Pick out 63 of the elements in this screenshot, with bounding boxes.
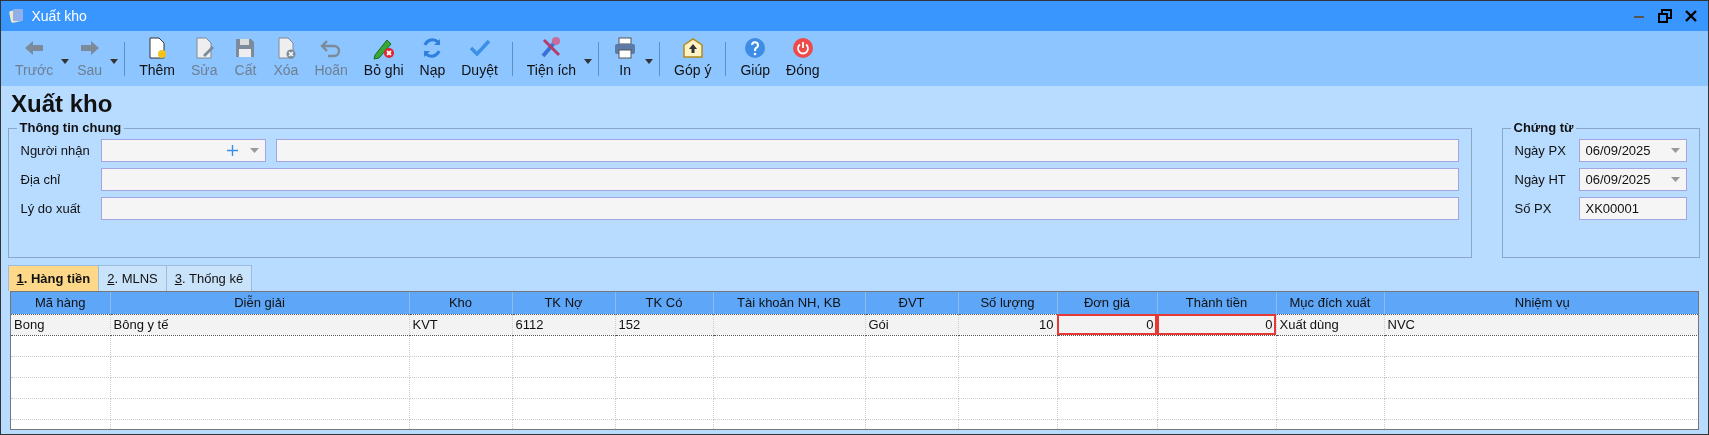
column-header[interactable]: Số lượng: [958, 292, 1057, 314]
column-header[interactable]: ĐVT: [865, 292, 958, 314]
group-title: Thông tin chung: [18, 121, 123, 136]
toolbar-button[interactable]: Tiện ích: [518, 33, 585, 84]
column-header[interactable]: Nhiệm vụ: [1384, 292, 1698, 314]
toolbar-button[interactable]: In: [605, 33, 646, 84]
date-field[interactable]: 06/09/2025: [1578, 139, 1687, 163]
close-icon[interactable]: [1684, 10, 1697, 22]
field-label: Số PX: [1514, 200, 1553, 218]
restore-icon[interactable]: [1657, 9, 1672, 23]
lookup-combo[interactable]: [100, 139, 266, 163]
toolbar-button[interactable]: Giúp: [732, 33, 779, 84]
input-field[interactable]: XK00001: [1578, 197, 1687, 221]
column-header[interactable]: Mã hàng: [11, 292, 110, 314]
group-title: Chứng từ: [1512, 121, 1575, 136]
toolbar-button[interactable]: Nạp: [411, 33, 454, 84]
page-heading: Xuất kho: [10, 89, 114, 118]
table-cell: 152: [615, 314, 713, 335]
app-icon: [9, 8, 25, 24]
table-cell: 6112: [512, 314, 615, 335]
tab[interactable]: 3. Thống kê: [165, 264, 253, 291]
input-field[interactable]: [275, 139, 1459, 163]
input-field[interactable]: [100, 168, 1459, 192]
power-icon: [790, 36, 815, 60]
column-header[interactable]: Thành tiền: [1157, 292, 1276, 314]
table-cell: 0: [1157, 314, 1276, 335]
dropdown-arrow-icon[interactable]: [1670, 148, 1680, 154]
table-cell: Gói: [865, 314, 958, 335]
printer-icon: [613, 36, 638, 60]
window-title: Xuất kho: [31, 6, 87, 26]
toolbar-button[interactable]: Góp ý: [666, 33, 720, 84]
table-cell: NVC: [1384, 314, 1698, 335]
field-label: Người nhận: [20, 142, 91, 160]
feedback-icon: [680, 36, 705, 60]
help-icon: [743, 36, 768, 60]
toolbar-button[interactable]: Đóng: [778, 33, 828, 84]
table-cell: Bông y tế: [110, 314, 409, 335]
table-cell: 0: [1057, 314, 1157, 335]
table-cell: Xuất dùng: [1276, 314, 1384, 335]
input-field[interactable]: [100, 197, 1459, 221]
field-label: Địa chỉ: [20, 171, 62, 189]
table-cell: 10: [958, 314, 1057, 335]
dropdown-arrow-icon[interactable]: [1670, 177, 1680, 183]
tab[interactable]: 2. MLNS: [98, 264, 167, 291]
add-icon[interactable]: [226, 145, 238, 157]
column-header[interactable]: Kho: [409, 292, 512, 314]
column-header[interactable]: Đơn giá: [1057, 292, 1157, 314]
column-header[interactable]: Tài khoản NH, KB: [713, 292, 865, 314]
column-header[interactable]: Mục đích xuất: [1276, 292, 1384, 314]
field-label: Ngày HT: [1514, 171, 1567, 189]
toolbar-button[interactable]: Thêm: [131, 33, 183, 84]
toolbar-button[interactable]: Duyệt: [453, 33, 506, 84]
column-header[interactable]: TK Có: [615, 292, 713, 314]
date-field[interactable]: 06/09/2025: [1578, 168, 1687, 192]
toolbar-button[interactable]: Bỏ ghi: [355, 33, 412, 84]
field-label: Lý do xuất: [20, 200, 82, 218]
table-cell: Bong: [11, 314, 110, 335]
table-cell: KVT: [409, 314, 512, 335]
column-header[interactable]: Diễn giải: [110, 292, 409, 314]
field-label: Ngày PX: [1514, 142, 1567, 160]
column-header[interactable]: TK Nợ: [512, 292, 615, 314]
tab[interactable]: 1. Hàng tiền: [7, 264, 100, 291]
dropdown-arrow-icon[interactable]: [249, 148, 259, 154]
